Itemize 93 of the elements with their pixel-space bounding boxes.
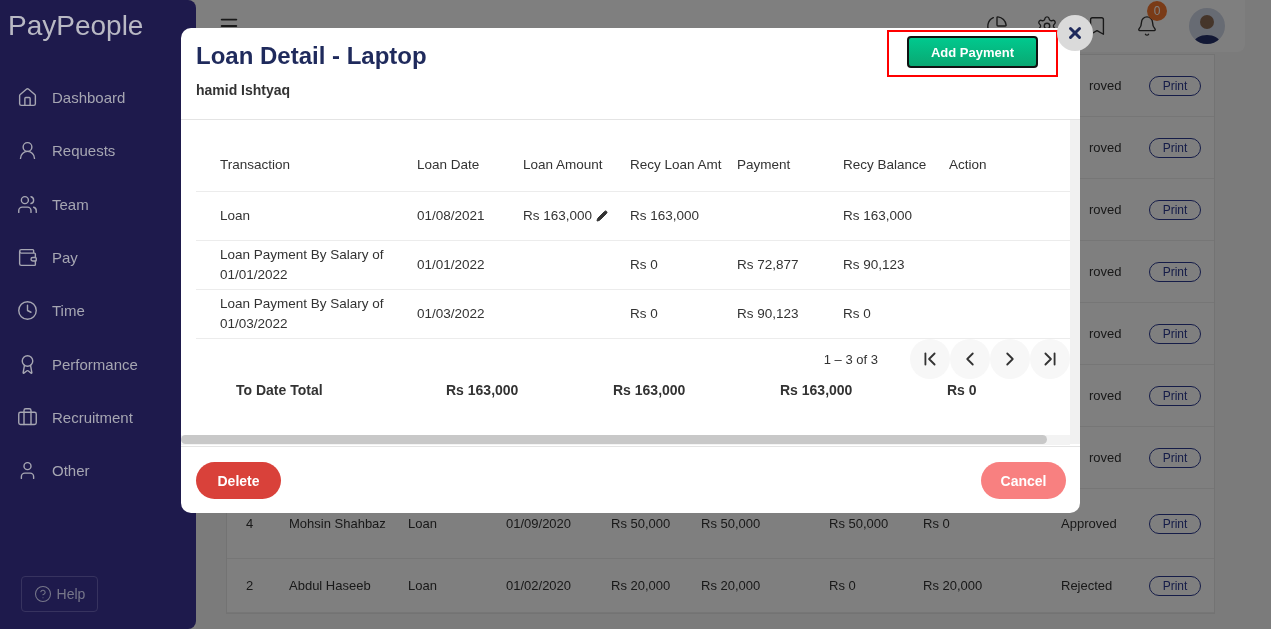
avatar[interactable] [1189, 8, 1225, 44]
table-cell: roved [1089, 388, 1122, 403]
vertical-scrollbar[interactable] [1070, 120, 1080, 444]
table-cell: 2 [246, 578, 254, 593]
nav-item[interactable]: Team [0, 177, 196, 231]
people-icon [17, 193, 38, 215]
print-button[interactable]: Print [1149, 513, 1201, 534]
totals-label: To Date Total [236, 382, 323, 398]
table-cell: Rejected [1061, 578, 1113, 593]
pagination-range: 1 – 3 of 3 [823, 351, 878, 367]
print-button[interactable]: Print [1149, 575, 1201, 596]
table-cell: Abdul Haseeb [289, 578, 371, 593]
table-cell-text: Rs 0 [843, 305, 872, 323]
last-page-button[interactable] [1030, 339, 1070, 379]
table-cell: Rs 50,000 [829, 516, 889, 531]
dialog-title: Loan Detail - Laptop [196, 42, 427, 70]
app-logo: PayPeople [7, 10, 145, 43]
table-cell: 01/09/2020 [506, 516, 572, 531]
table-cell-text: Rs 0 [630, 256, 659, 274]
table-cell-text: 01/08/2021 [417, 207, 486, 225]
column-header: Recy Loan Amt [630, 157, 722, 172]
table-cell-text: Rs 163,000 [630, 207, 701, 225]
column-header: Payment [737, 157, 791, 172]
table-cell: 4 [246, 516, 254, 531]
table-cell-text: 01/03/2022 [417, 305, 486, 323]
table-cell: Rs 0 [829, 578, 856, 593]
table-cell: Mohsin Shahbaz [289, 516, 386, 531]
notification-badge: 0 [1147, 1, 1167, 21]
briefcase-icon [17, 406, 38, 428]
column-header: Recy Balance [843, 157, 927, 172]
column-header: Action [949, 157, 987, 172]
table-cell-text: Rs 0 [630, 305, 659, 323]
table-cell-text: Rs 163,000 [843, 207, 914, 225]
table-cell: roved [1089, 202, 1122, 217]
table-cell-text: Loan [220, 207, 252, 225]
print-button[interactable]: Print [1149, 385, 1201, 406]
employee-name: hamid Ishtyaq [196, 82, 291, 98]
nav-item[interactable]: Dashboard [0, 71, 196, 125]
table-cell-text: Loan Payment By Salary of 01/01/2022 [220, 246, 385, 284]
print-button[interactable]: Print [1149, 447, 1201, 468]
nav-item[interactable]: Performance [0, 337, 196, 391]
delete-button[interactable]: Delete [196, 462, 281, 499]
nav-item[interactable]: Other [0, 444, 196, 498]
nav-item[interactable]: Time [0, 284, 196, 338]
table-cell: 01/02/2020 [506, 578, 572, 593]
table-cell: roved [1089, 78, 1122, 93]
nav-item[interactable]: Requests [0, 124, 196, 178]
column-header: Loan Amount [523, 157, 603, 172]
table-cell-text: Rs 163,000 [523, 207, 593, 225]
table-cell-text: 01/01/2022 [417, 256, 486, 274]
total-value: Rs 163,000 [780, 382, 853, 398]
table-cell: Rs 50,000 [701, 516, 761, 531]
house-icon [17, 87, 38, 109]
first-page-button[interactable] [910, 339, 950, 379]
print-button[interactable]: Print [1149, 261, 1201, 282]
column-header: Loan Date [417, 157, 480, 172]
table-cell-text: Rs 72,877 [737, 256, 800, 274]
nav-item[interactable]: Recruitment [0, 390, 196, 445]
print-button[interactable]: Print [1149, 199, 1201, 220]
print-button[interactable]: Print [1149, 137, 1201, 158]
table-cell: Rs 20,000 [611, 578, 671, 593]
column-header: Transaction [220, 157, 291, 172]
table-cell: Rs 20,000 [923, 578, 983, 593]
table-cell: roved [1089, 264, 1122, 279]
table-cell: Loan [408, 578, 437, 593]
nav-item[interactable]: Pay [0, 230, 196, 285]
close-icon [1066, 24, 1084, 42]
help-icon [33, 585, 52, 603]
total-value: Rs 163,000 [613, 382, 686, 398]
table-cell: Rs 50,000 [611, 516, 671, 531]
horizontal-scrollbar[interactable] [181, 435, 1070, 445]
pencil-icon[interactable] [596, 210, 609, 222]
bell-icon[interactable] [1136, 15, 1158, 37]
print-button[interactable]: Print [1149, 323, 1201, 344]
clock-icon [17, 300, 38, 322]
total-value: Rs 0 [947, 382, 977, 398]
add-payment-button[interactable]: Add Payment [907, 36, 1038, 68]
table-cell: Rs 20,000 [701, 578, 761, 593]
table-cell-text: Loan Payment By Salary of 01/03/2022 [220, 295, 385, 333]
print-button[interactable]: Print [1149, 75, 1201, 96]
wallet-icon [17, 247, 38, 269]
table-cell: roved [1089, 450, 1122, 465]
table-cell: roved [1089, 140, 1122, 155]
table-cell: Approved [1061, 516, 1117, 531]
person-icon [17, 140, 38, 162]
help-button[interactable]: Help [21, 576, 98, 612]
table-cell: Loan [408, 516, 437, 531]
total-value: Rs 163,000 [446, 382, 519, 398]
table-cell-text: Rs 90,123 [843, 256, 906, 274]
table-cell: roved [1089, 326, 1122, 341]
table-cell-text: Rs 90,123 [737, 305, 800, 323]
table-cell: Rs 0 [923, 516, 950, 531]
cancel-button[interactable]: Cancel [981, 462, 1066, 499]
